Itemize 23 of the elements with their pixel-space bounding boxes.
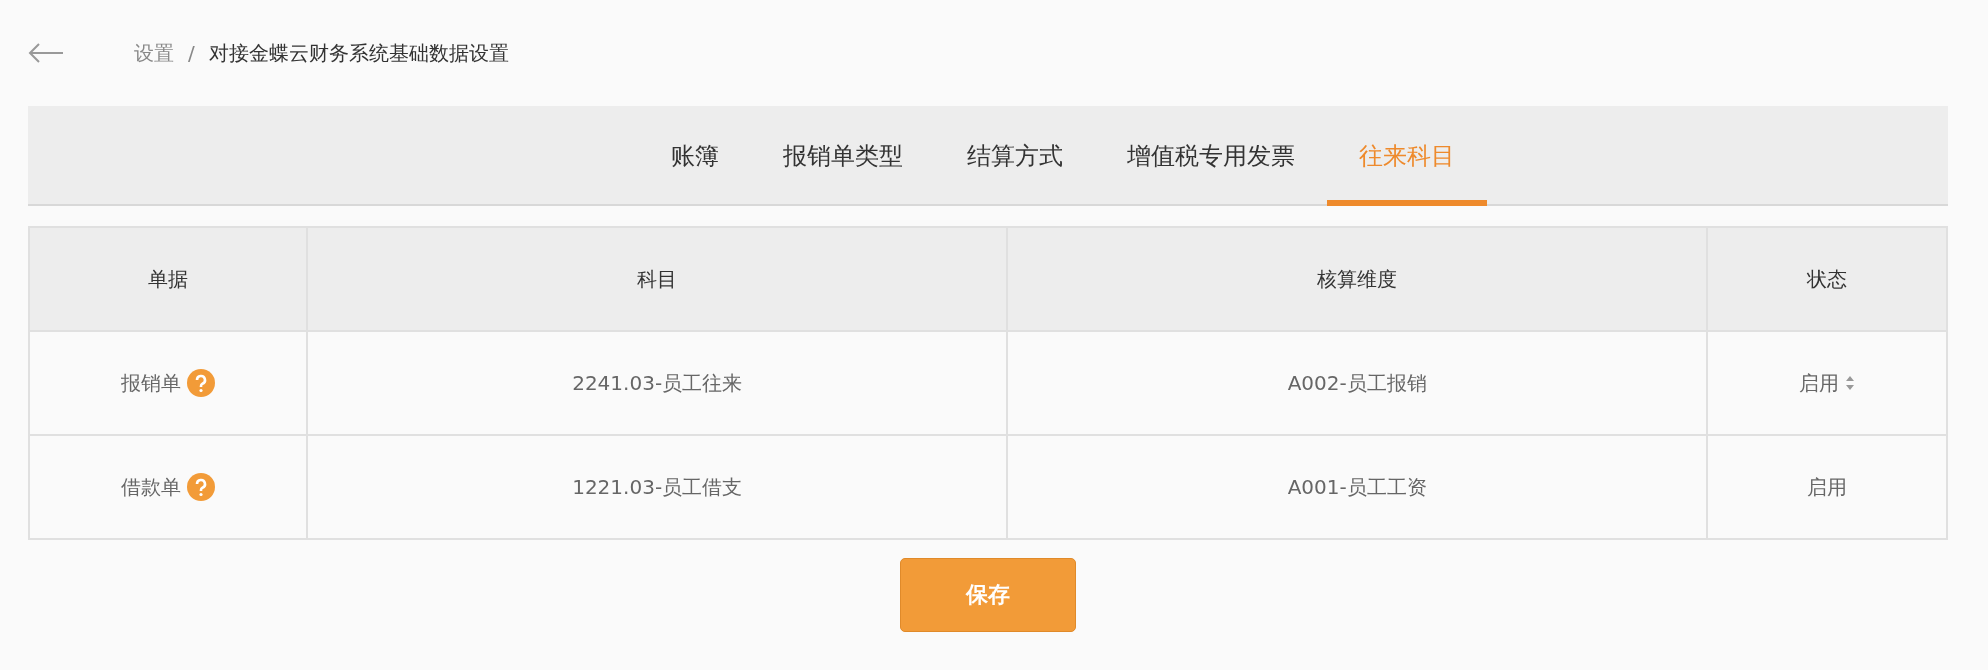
help-icon[interactable] (187, 473, 216, 501)
help-icon[interactable] (187, 369, 216, 397)
breadcrumb-current: 对接金蝶云财务系统基础数据设置 (208, 39, 509, 67)
table-cell: 1221.03-员工借支 (307, 435, 1008, 539)
column-header: 单据 (29, 227, 308, 331)
sort-caret-icon (1845, 375, 1856, 391)
breadcrumb-link[interactable]: 设置 (134, 39, 174, 67)
tab[interactable]: 报销单类型 (751, 106, 935, 206)
tab[interactable]: 账簿 (639, 106, 751, 206)
table-cell: 启用 (1707, 435, 1947, 539)
column-header: 核算维度 (1007, 227, 1708, 331)
status-select[interactable]: 启用 (1707, 331, 1947, 435)
table-cell: A002-员工报销 (1007, 331, 1708, 435)
breadcrumb-separator: / (188, 41, 195, 65)
table-cell: 2241.03-员工往来 (307, 331, 1008, 435)
tab[interactable]: 增值税专用发票 (1095, 106, 1327, 206)
document-type: 借款单 (121, 473, 182, 501)
table-cell: A001-员工工资 (1007, 435, 1708, 539)
back-arrow-icon[interactable] (28, 42, 64, 64)
tab[interactable]: 结算方式 (935, 106, 1095, 206)
document-type: 报销单 (121, 369, 182, 397)
column-header: 状态 (1707, 227, 1947, 331)
column-header: 科目 (307, 227, 1008, 331)
